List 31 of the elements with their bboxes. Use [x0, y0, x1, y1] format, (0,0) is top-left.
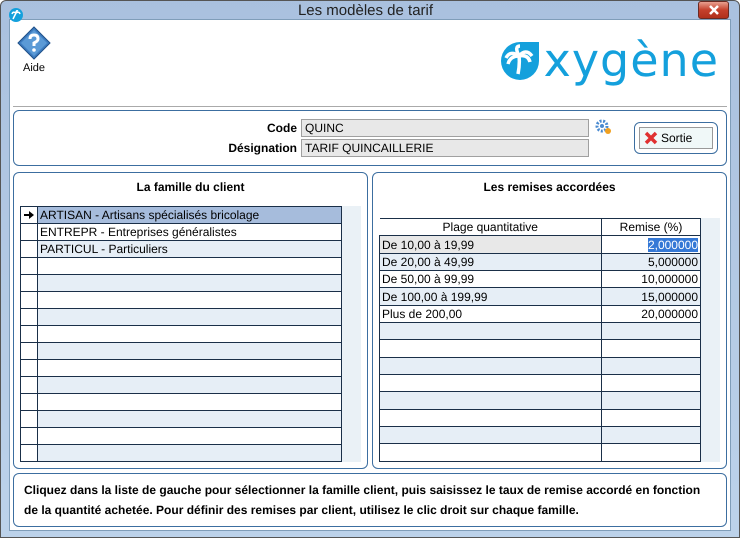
code-field[interactable]: QUINC — [301, 119, 589, 137]
scrollbar-track[interactable] — [701, 218, 720, 462]
help-text: Cliquez dans la liste de gauche pour sélectionner la famille client, puis saisissez le taux de remise accordé en fonction de la quantité achetée. Pour définir des remises par client, utilisez le clic droit sur chaque famille. — [13, 473, 727, 527]
column-header[interactable]: Remise (%) — [602, 218, 700, 236]
panel-title: Les remises accordées — [482, 180, 617, 194]
designation-label: Désignation — [227, 141, 297, 155]
family-table[interactable]: ARTISAN - Artisans spécialisés bricolage ENTREPR - Entreprises généralistes PARTICUL - Particuliers — [20, 206, 342, 462]
exit-button[interactable]: Sortie — [639, 127, 713, 149]
discount-cell[interactable]: 2,000000 — [602, 236, 700, 254]
family-row[interactable]: PARTICUL - Particuliers — [38, 240, 342, 258]
range-cell: De 100,00 à 199,99 — [380, 288, 602, 306]
discount-table[interactable]: Plage quantitative Remise (%) De 10,00 à 19,99 2,000000 De 20,00 à 49,99 5,000000 De 50,00 à 99,99 10,000000 De 100,00 à 199,99 15,000000 Plus de 200,00 20,000000 — [379, 218, 701, 462]
scrollbar-track[interactable] — [342, 206, 361, 462]
family-row[interactable]: ARTISAN - Artisans spécialisés bricolage — [38, 206, 342, 224]
close-icon — [644, 131, 658, 145]
range-cell: De 10,00 à 19,99 — [380, 236, 602, 254]
help-icon — [17, 26, 51, 60]
close-icon — [708, 5, 720, 15]
logo-text: xygène — [544, 36, 719, 84]
range-cell: De 20,00 à 49,99 — [380, 253, 602, 271]
close-button[interactable] — [698, 1, 729, 19]
selected-value[interactable]: 2,000000 — [648, 238, 698, 252]
panel-title: La famille du client — [135, 180, 246, 194]
discount-cell[interactable]: 5,000000 — [602, 253, 700, 271]
window-title: Les modèles de tarif — [296, 2, 434, 18]
discount-cell[interactable]: 15,000000 — [602, 288, 700, 306]
gear-icon[interactable] — [595, 119, 612, 135]
column-header[interactable]: Plage quantitative — [380, 218, 602, 236]
code-label: Code — [266, 121, 297, 135]
designation-field[interactable]: TARIF QUINCAILLERIE — [301, 139, 589, 157]
help-button[interactable]: Aide — [13, 20, 55, 74]
